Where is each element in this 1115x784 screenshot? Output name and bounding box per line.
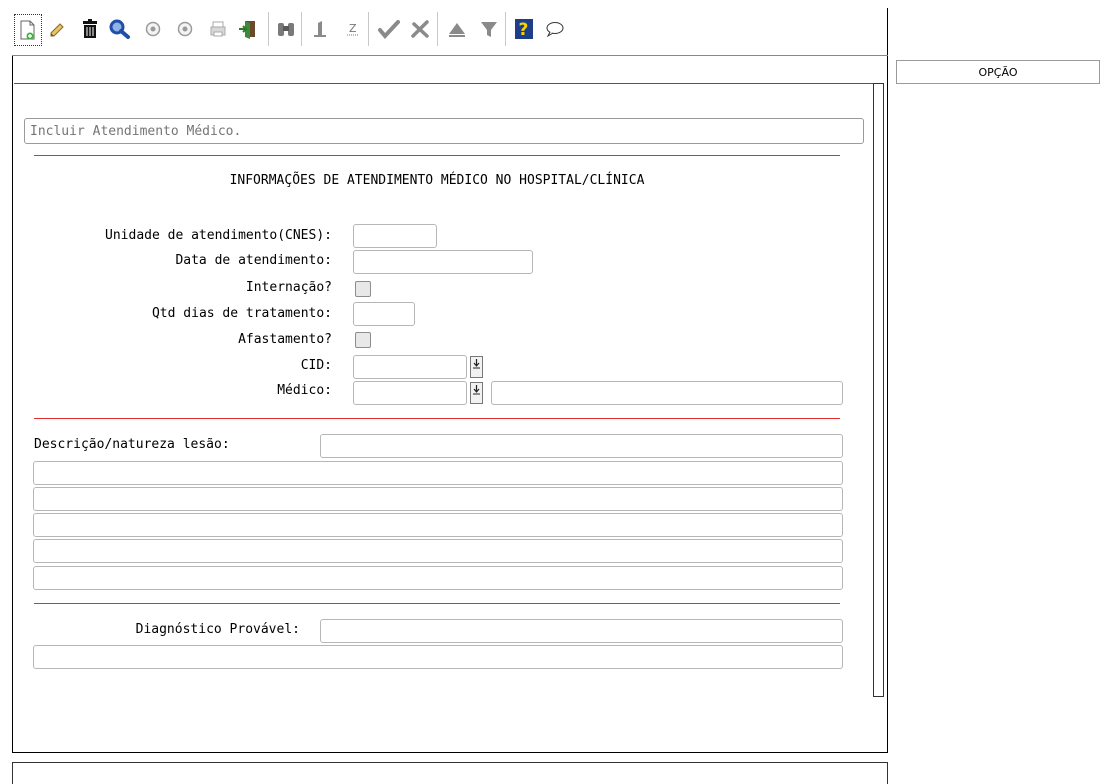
frame-border-top [12,55,888,56]
arrow-down-icon [473,385,480,395]
section-divider [34,603,840,604]
descricao-input-3[interactable] [33,487,843,511]
frame-border-left [12,55,13,753]
frame-border-bottom [12,752,888,753]
svg-text:?: ? [519,20,529,40]
cid-label: CID: [300,358,332,373]
up-arrow-icon[interactable] [444,14,470,44]
medico-lookup-button[interactable] [470,382,483,404]
cid-lookup-button[interactable] [470,356,483,378]
option-button[interactable]: OPÇÃO [896,60,1100,84]
toolbar-separator [368,12,369,46]
descricao-input-5[interactable] [33,539,843,563]
filter-icon[interactable] [476,14,502,44]
date-input[interactable] [353,250,533,274]
qtd-dias-input[interactable] [353,302,415,326]
medico-code-input[interactable] [353,381,467,405]
confirm-check-icon[interactable] [376,14,402,44]
section-divider [34,418,840,419]
internacao-label: Internação? [245,280,332,295]
vertical-scrollbar[interactable] [873,83,884,697]
descricao-input-4[interactable] [33,513,843,537]
trash-icon[interactable] [77,14,103,44]
diagnostico-input-1[interactable] [320,619,843,643]
edit-pencil-icon[interactable] [44,14,70,44]
qtd-dias-label: Qtd dias de tratamento: [151,306,332,321]
descricao-label: Descrição/natureza lesão: [34,437,230,452]
toolbar-separator [437,12,438,46]
toolbar-separator [268,12,269,46]
exit-door-icon[interactable] [235,14,261,44]
option-button-label: OPÇÃO [978,65,1018,79]
diagnostico-input-2[interactable] [33,645,843,669]
status-message-input[interactable] [24,118,864,144]
internacao-checkbox[interactable] [355,281,371,297]
section-divider [34,155,840,156]
cancel-x-icon[interactable] [408,14,434,44]
descricao-input-1[interactable] [320,434,843,458]
frame-border-right [887,8,888,753]
section-title: INFORMAÇÕES DE ATENDIMENTO MÉDICO NO HOS… [229,173,645,188]
last-record-icon[interactable]: Z [340,14,366,44]
medico-label: Médico: [277,383,332,398]
help-question-icon[interactable]: ? [511,14,537,44]
first-record-icon[interactable] [307,14,333,44]
medico-name-input[interactable] [491,381,843,405]
cnes-input[interactable] [353,224,437,248]
bottom-status-frame [12,762,888,784]
previous-circle-icon[interactable] [140,14,166,44]
svg-text:Z: Z [349,22,357,35]
toolbar-separator [505,12,506,46]
afastamento-checkbox[interactable] [355,332,371,348]
cnes-label: Unidade de atendimento(CNES): [105,228,332,243]
print-icon[interactable] [205,14,231,44]
descricao-input-2[interactable] [33,461,843,485]
afastamento-label: Afastamento? [238,332,332,347]
cid-input[interactable] [353,355,467,379]
binoculars-icon[interactable] [273,14,299,44]
next-circle-icon[interactable] [172,14,198,44]
search-magnifier-icon[interactable] [107,14,133,44]
toolbar-separator [301,12,302,46]
date-label: Data de atendimento: [175,253,332,268]
descricao-input-6[interactable] [33,566,843,590]
diagnostico-label: Diagnóstico Provável: [135,622,300,637]
new-document-icon[interactable] [14,14,42,46]
comment-balloon-icon[interactable] [542,14,568,44]
arrow-down-icon [473,359,480,369]
